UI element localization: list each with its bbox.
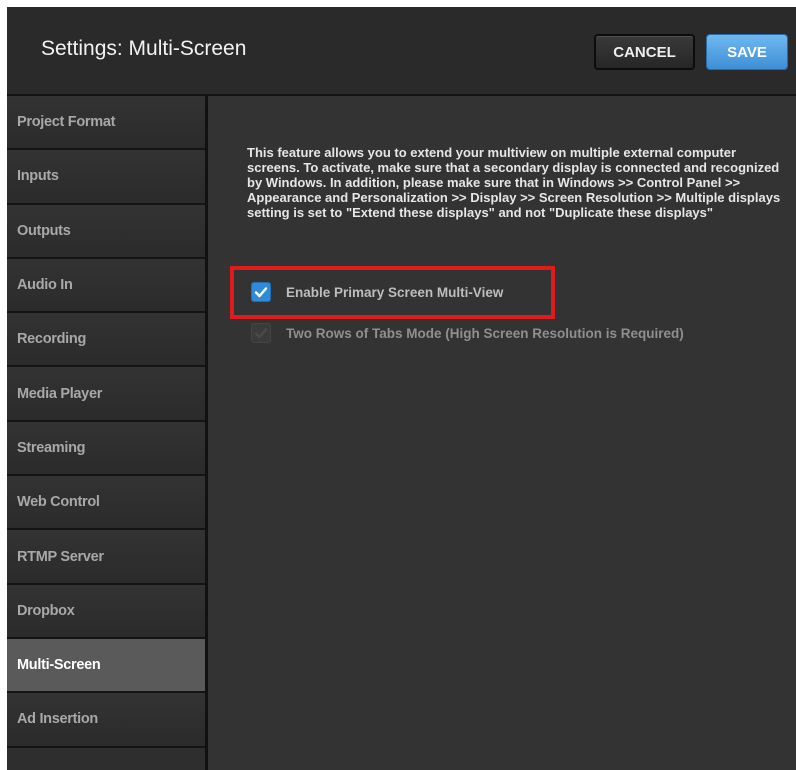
feature-description: This feature allows you to extend your m…: [247, 145, 781, 220]
two-rows-tabs-label: Two Rows of Tabs Mode (High Screen Resol…: [286, 325, 684, 341]
settings-header: Settings: Multi-Screen CANCEL SAVE: [7, 7, 796, 96]
two-rows-tabs-option[interactable]: Two Rows of Tabs Mode (High Screen Resol…: [251, 323, 684, 343]
sidebar-item-recording[interactable]: Recording: [7, 313, 205, 368]
sidebar-item-inputs[interactable]: Inputs: [7, 150, 205, 205]
checkmark-icon: [254, 328, 268, 339]
settings-window: Settings: Multi-Screen CANCEL SAVE Proje…: [7, 7, 796, 770]
settings-content: This feature allows you to extend your m…: [208, 96, 796, 770]
sidebar-item-multi-screen[interactable]: Multi-Screen: [7, 638, 205, 694]
checkmark-icon: [254, 287, 268, 298]
sidebar-item-web-control[interactable]: Web Control: [7, 476, 205, 531]
enable-primary-multiview-option[interactable]: Enable Primary Screen Multi-View: [251, 282, 503, 302]
sidebar-item-project-format[interactable]: Project Format: [7, 96, 205, 151]
enable-primary-multiview-label: Enable Primary Screen Multi-View: [286, 284, 504, 300]
sidebar-item-streaming[interactable]: Streaming: [7, 421, 205, 477]
sidebar-item-ad-insertion[interactable]: Ad Insertion: [7, 693, 205, 748]
sidebar-item-media-player[interactable]: Media Player: [7, 367, 205, 422]
sidebar-item-outputs[interactable]: Outputs: [7, 204, 205, 259]
settings-sidebar: Project Format Inputs Outputs Audio In R…: [7, 96, 208, 770]
two-rows-tabs-checkbox[interactable]: [251, 323, 271, 343]
sidebar-item-audio-in[interactable]: Audio In: [7, 258, 205, 314]
cancel-button[interactable]: CANCEL: [594, 34, 695, 70]
enable-primary-multiview-checkbox[interactable]: [251, 282, 271, 302]
sidebar-item-dropbox[interactable]: Dropbox: [7, 584, 205, 639]
sidebar-item-rtmp-server[interactable]: RTMP Server: [7, 530, 205, 585]
save-button[interactable]: SAVE: [706, 34, 788, 70]
page-title: Settings: Multi-Screen: [41, 37, 247, 60]
